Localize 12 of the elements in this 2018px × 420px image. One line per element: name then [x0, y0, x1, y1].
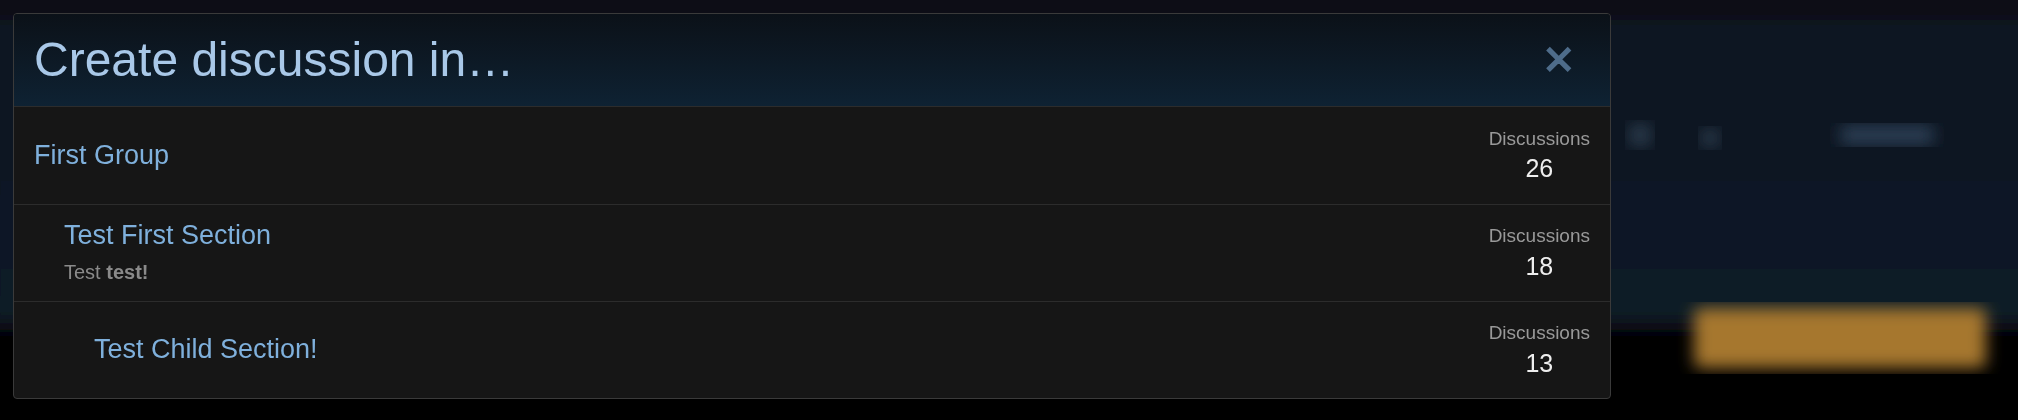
stat-count: 13 [1525, 347, 1554, 379]
stat-label: Discussions [1488, 321, 1590, 345]
stat-label: Discussions [1488, 224, 1590, 248]
blurred-icon [1628, 123, 1652, 147]
stat-label: Discussions [1488, 126, 1590, 151]
node-description: Test test! [64, 259, 150, 285]
node-link[interactable]: Test First Section [64, 219, 272, 253]
dialog-title: Create discussion in… [34, 36, 515, 84]
stat-count: 26 [1525, 153, 1554, 185]
stat-count: 18 [1525, 250, 1554, 282]
node-link[interactable]: Test Child Section! [94, 333, 318, 367]
node-link[interactable]: First Group [34, 138, 170, 173]
